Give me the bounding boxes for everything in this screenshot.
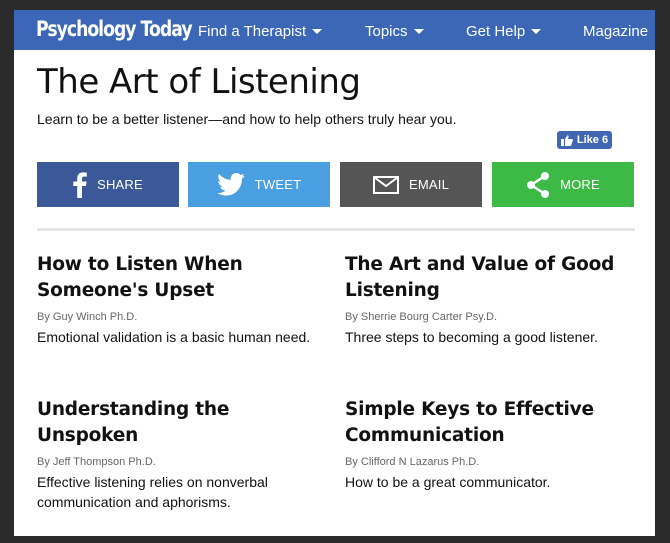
nav-get-help[interactable]: Get Help (466, 10, 542, 50)
page-title: The Art of Listening (37, 62, 361, 102)
nav-label: Get Help (466, 23, 526, 40)
nav-find-therapist[interactable]: Find a Therapist (198, 10, 323, 50)
chevron-down-icon (413, 28, 424, 34)
chevron-down-icon (531, 28, 542, 34)
article-description: Three steps to becoming a good listener. (345, 329, 598, 345)
facebook-like-button[interactable]: Like 6 (557, 131, 612, 149)
envelope-icon (372, 175, 399, 194)
page-subtitle: Learn to be a better listener—and how to… (37, 111, 457, 127)
thumbs-up-icon (560, 134, 573, 146)
article-description: Effective listening relies on nonverbal … (37, 474, 268, 510)
article-title-link[interactable]: Simple Keys to Effective Communication (345, 397, 625, 449)
nav-topics[interactable]: Topics (365, 10, 424, 50)
facebook-share-button[interactable]: SHARE (37, 162, 179, 207)
article-author: By Clifford N Lazarus Ph.D. (345, 456, 480, 468)
chevron-down-icon (312, 28, 323, 34)
article-author: By Sherrie Bourg Carter Psy.D. (345, 311, 498, 323)
site-logo[interactable]: Psychology Today (36, 17, 193, 41)
article-title-link[interactable]: How to Listen When Someone's Upset (37, 252, 317, 304)
page-frame: Psychology Today Find a Therapist Topics… (14, 10, 655, 536)
email-share-button[interactable]: EMAIL (340, 162, 482, 207)
email-label: EMAIL (408, 177, 449, 192)
article-author: By Jeff Thompson Ph.D. (37, 456, 156, 468)
twitter-tweet-button[interactable]: TWEET (188, 162, 330, 207)
share-icon (527, 171, 550, 198)
nav-label: Topics (365, 23, 408, 40)
nav-label: Magazine (583, 23, 649, 40)
tweet-label: TWEET (254, 177, 302, 192)
article-description: How to be a great communicator. (345, 474, 551, 490)
article-card: Understanding the Unspoken By Jeff Thomp… (37, 397, 317, 512)
twitter-icon (216, 173, 245, 196)
top-nav-bar: Psychology Today Find a Therapist Topics… (14, 10, 655, 50)
more-label: MORE (560, 177, 600, 192)
share-label: SHARE (97, 177, 143, 192)
nav-label: Find a Therapist (198, 23, 307, 40)
more-share-button[interactable]: MORE (492, 162, 634, 207)
nav-magazine[interactable]: Magazine (583, 10, 648, 50)
article-title-link[interactable]: The Art and Value of Good Listening (345, 252, 625, 304)
facebook-icon (73, 171, 87, 198)
article-title-link[interactable]: Understanding the Unspoken (37, 397, 317, 449)
article-card: How to Listen When Someone's Upset By Gu… (37, 252, 317, 347)
section-divider (37, 228, 635, 231)
article-description: Emotional validation is a basic human ne… (37, 329, 311, 345)
like-label: Like 6 (576, 134, 609, 146)
article-card: Simple Keys to Effective Communication B… (345, 397, 625, 492)
article-author: By Guy Winch Ph.D. (37, 311, 138, 323)
article-card: The Art and Value of Good Listening By S… (345, 252, 625, 347)
